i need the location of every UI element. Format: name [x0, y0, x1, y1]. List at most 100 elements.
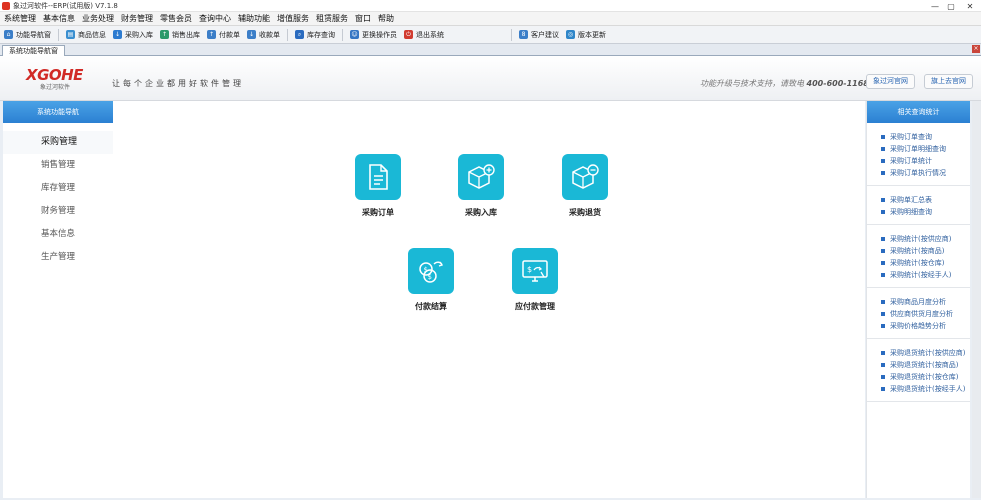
toolbar-separator — [342, 28, 343, 41]
sidebar-item-inventory[interactable]: 库存管理 — [3, 177, 113, 200]
query-link[interactable]: 采购统计(按商品) — [867, 245, 970, 257]
suggestion-icon: 8 — [519, 30, 528, 39]
menu-tools[interactable]: 辅助功能 — [238, 13, 270, 24]
query-link[interactable]: 采购统计(按经手人) — [867, 269, 970, 281]
menu-lease[interactable]: 租赁服务 — [316, 13, 348, 24]
right-panel-title: 相关查询统计 — [867, 101, 970, 123]
close-button[interactable]: ✕ — [959, 0, 981, 12]
menu-system[interactable]: 系统管理 — [4, 13, 36, 24]
tab-nav-window[interactable]: 系统功能导航窗 — [2, 45, 65, 56]
slogan-text: 让每个企业都用好软件管理 — [112, 79, 244, 88]
toolbar-separator — [58, 28, 59, 41]
sidebar-item-production[interactable]: 生产管理 — [3, 246, 113, 269]
menu-value-added[interactable]: 增值服务 — [277, 13, 309, 24]
payable-management-tile[interactable]: $ 应付款管理 — [505, 248, 565, 312]
toolbar-goods-button[interactable]: ▤ 商品信息 — [66, 28, 106, 42]
exit-icon: ⏻ — [404, 30, 413, 39]
right-query-panel: 相关查询统计 采购订单查询 采购订单明细查询 采购订单统计 采购订单执行情况 采… — [866, 101, 970, 498]
maximize-button[interactable]: ▢ — [943, 0, 959, 12]
toolbar-payment-button[interactable]: ↑ 付款单 — [207, 28, 240, 42]
window-titlebar: 象过河软件--ERP(试用版) V7.1.8 — ▢ ✕ — [0, 0, 981, 12]
query-link[interactable]: 采购订单执行情况 — [867, 167, 970, 179]
forum-site-button[interactable]: 旗上去官网 — [924, 74, 973, 89]
function-panel: 采购订单 采购入库 采购退货 $ $ 付款结算 $ 应付款管理 — [113, 101, 865, 498]
query-link[interactable]: 采购退货统计(按经手人) — [867, 383, 970, 395]
home-icon: ⌂ — [4, 30, 13, 39]
svg-text:$: $ — [428, 273, 432, 281]
update-icon: ◎ — [566, 30, 575, 39]
sidebar-item-basic-info[interactable]: 基本信息 — [3, 223, 113, 246]
menu-bar: 系统管理 基本信息 业务处理 财务管理 零售会员 查询中心 辅助功能 增值服务 … — [0, 12, 981, 26]
query-link[interactable]: 采购退货统计(按商品) — [867, 359, 970, 371]
query-group-orders: 采购订单查询 采购订单明细查询 采购订单统计 采购订单执行情况 — [867, 123, 970, 186]
goods-icon: ▤ — [66, 30, 75, 39]
query-link[interactable]: 采购统计(按供应商) — [867, 233, 970, 245]
toolbar-purchase-in-button[interactable]: ↓ 采购入库 — [113, 28, 153, 42]
purchase-return-tile[interactable]: 采购退货 — [555, 154, 615, 218]
query-link[interactable]: 采购单汇总表 — [867, 194, 970, 206]
purchase-in-icon: ↓ — [113, 30, 122, 39]
purchase-in-tile[interactable]: 采购入库 — [451, 154, 511, 218]
query-link[interactable]: 采购订单统计 — [867, 155, 970, 167]
tab-bar: 系统功能导航窗 × — [0, 44, 981, 56]
sidebar-item-finance[interactable]: 财务管理 — [3, 200, 113, 223]
menu-query-center[interactable]: 查询中心 — [199, 13, 231, 24]
payable-monitor-icon: $ — [512, 248, 558, 294]
window-title: 象过河软件--ERP(试用版) V7.1.8 — [13, 1, 118, 10]
toolbar-separator — [511, 28, 512, 41]
toolbar-update-button[interactable]: ◎ 版本更新 — [566, 28, 606, 42]
left-nav-sidebar: 系统功能导航 采购管理 销售管理 库存管理 财务管理 基本信息 生产管理 — [3, 101, 113, 498]
sale-out-icon: ↑ — [160, 30, 169, 39]
menu-business[interactable]: 业务处理 — [82, 13, 114, 24]
query-link[interactable]: 采购退货统计(按仓库) — [867, 371, 970, 383]
sidebar-title: 系统功能导航 — [3, 101, 113, 123]
window-controls: — ▢ ✕ — [927, 0, 981, 12]
toolbar-nav-window-button[interactable]: ⌂ 功能导航窗 — [4, 28, 51, 42]
menu-basic-info[interactable]: 基本信息 — [43, 13, 75, 24]
official-site-button[interactable]: 象过河官网 — [866, 74, 915, 89]
payment-icon: ↑ — [207, 30, 216, 39]
coin-exchange-icon: $ $ — [408, 248, 454, 294]
app-icon — [2, 1, 10, 10]
query-link[interactable]: 采购订单查询 — [867, 131, 970, 143]
brand-logo: XGOHE 象过河软件 — [26, 66, 83, 92]
query-group-summary: 采购单汇总表 采购明细查询 — [867, 186, 970, 225]
toolbar-stock-query-button[interactable]: ⌕ 库存查询 — [295, 28, 335, 42]
payment-settlement-tile[interactable]: $ $ 付款结算 — [401, 248, 461, 312]
tab-close-icon[interactable]: × — [972, 45, 980, 53]
query-group-statistics: 采购统计(按供应商) 采购统计(按商品) 采购统计(按仓库) 采购统计(按经手人… — [867, 225, 970, 288]
purchase-order-tile[interactable]: 采购订单 — [348, 154, 408, 218]
svg-text:$: $ — [527, 265, 532, 274]
switch-user-icon: ☺ — [350, 30, 359, 39]
toolbar-receipt-button[interactable]: ↓ 收款单 — [247, 28, 280, 42]
minimize-button[interactable]: — — [927, 0, 943, 12]
receipt-icon: ↓ — [247, 30, 256, 39]
menu-help[interactable]: 帮助 — [378, 13, 394, 24]
query-link[interactable]: 采购价格趋势分析 — [867, 320, 970, 332]
toolbar: ⌂ 功能导航窗 ▤ 商品信息 ↓ 采购入库 ↑ 销售出库 ↑ 付款单 ↓ 收款单 ⌕ 库存查询… — [0, 26, 981, 44]
toolbar-switch-user-button[interactable]: ☺ 更换操作员 — [350, 28, 397, 42]
support-phone: 400-600-1168 — [806, 79, 869, 88]
vertical-scrollbar[interactable] — [972, 101, 981, 498]
header-banner: XGOHE 象过河软件 让每个企业都用好软件管理 功能升级与技术支持，请致电 4… — [0, 56, 981, 101]
menu-retail-member[interactable]: 零售会员 — [160, 13, 192, 24]
query-link[interactable]: 采购明细查询 — [867, 206, 970, 218]
sidebar-item-sales[interactable]: 销售管理 — [3, 154, 113, 177]
sidebar-item-purchase[interactable]: 采购管理 — [3, 131, 113, 154]
box-remove-icon — [562, 154, 608, 200]
support-text: 功能升级与技术支持，请致电 400-600-1168 — [700, 79, 869, 88]
menu-window[interactable]: 窗口 — [355, 13, 371, 24]
query-link[interactable]: 供应商供货月度分析 — [867, 308, 970, 320]
query-group-returns: 采购退货统计(按供应商) 采购退货统计(按商品) 采购退货统计(按仓库) 采购退… — [867, 339, 970, 402]
toolbar-suggestion-button[interactable]: 8 客户建议 — [519, 28, 559, 42]
toolbar-exit-button[interactable]: ⏻ 退出系统 — [404, 28, 444, 42]
query-link[interactable]: 采购退货统计(按供应商) — [867, 347, 970, 359]
box-add-icon — [458, 154, 504, 200]
query-group-analysis: 采购商品月度分析 供应商供货月度分析 采购价格趋势分析 — [867, 288, 970, 339]
menu-finance[interactable]: 财务管理 — [121, 13, 153, 24]
query-link[interactable]: 采购订单明细查询 — [867, 143, 970, 155]
toolbar-sale-out-button[interactable]: ↑ 销售出库 — [160, 28, 200, 42]
document-icon — [355, 154, 401, 200]
query-link[interactable]: 采购统计(按仓库) — [867, 257, 970, 269]
query-link[interactable]: 采购商品月度分析 — [867, 296, 970, 308]
